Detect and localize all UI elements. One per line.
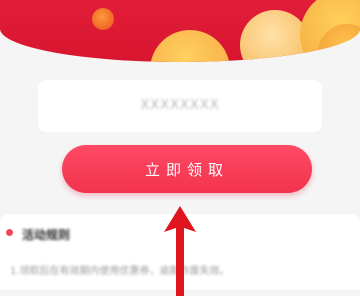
rules-title: 活动规则 <box>22 228 71 242</box>
red-arrow-up-icon <box>164 206 196 296</box>
coin-decoration <box>150 30 230 62</box>
promo-banner <box>0 0 360 62</box>
coin-decoration <box>92 8 114 30</box>
section-marker-icon <box>6 229 13 236</box>
coupon-code-text: XXXXXXXX <box>140 98 220 113</box>
claim-now-button[interactable]: 立即领取 <box>62 145 312 193</box>
